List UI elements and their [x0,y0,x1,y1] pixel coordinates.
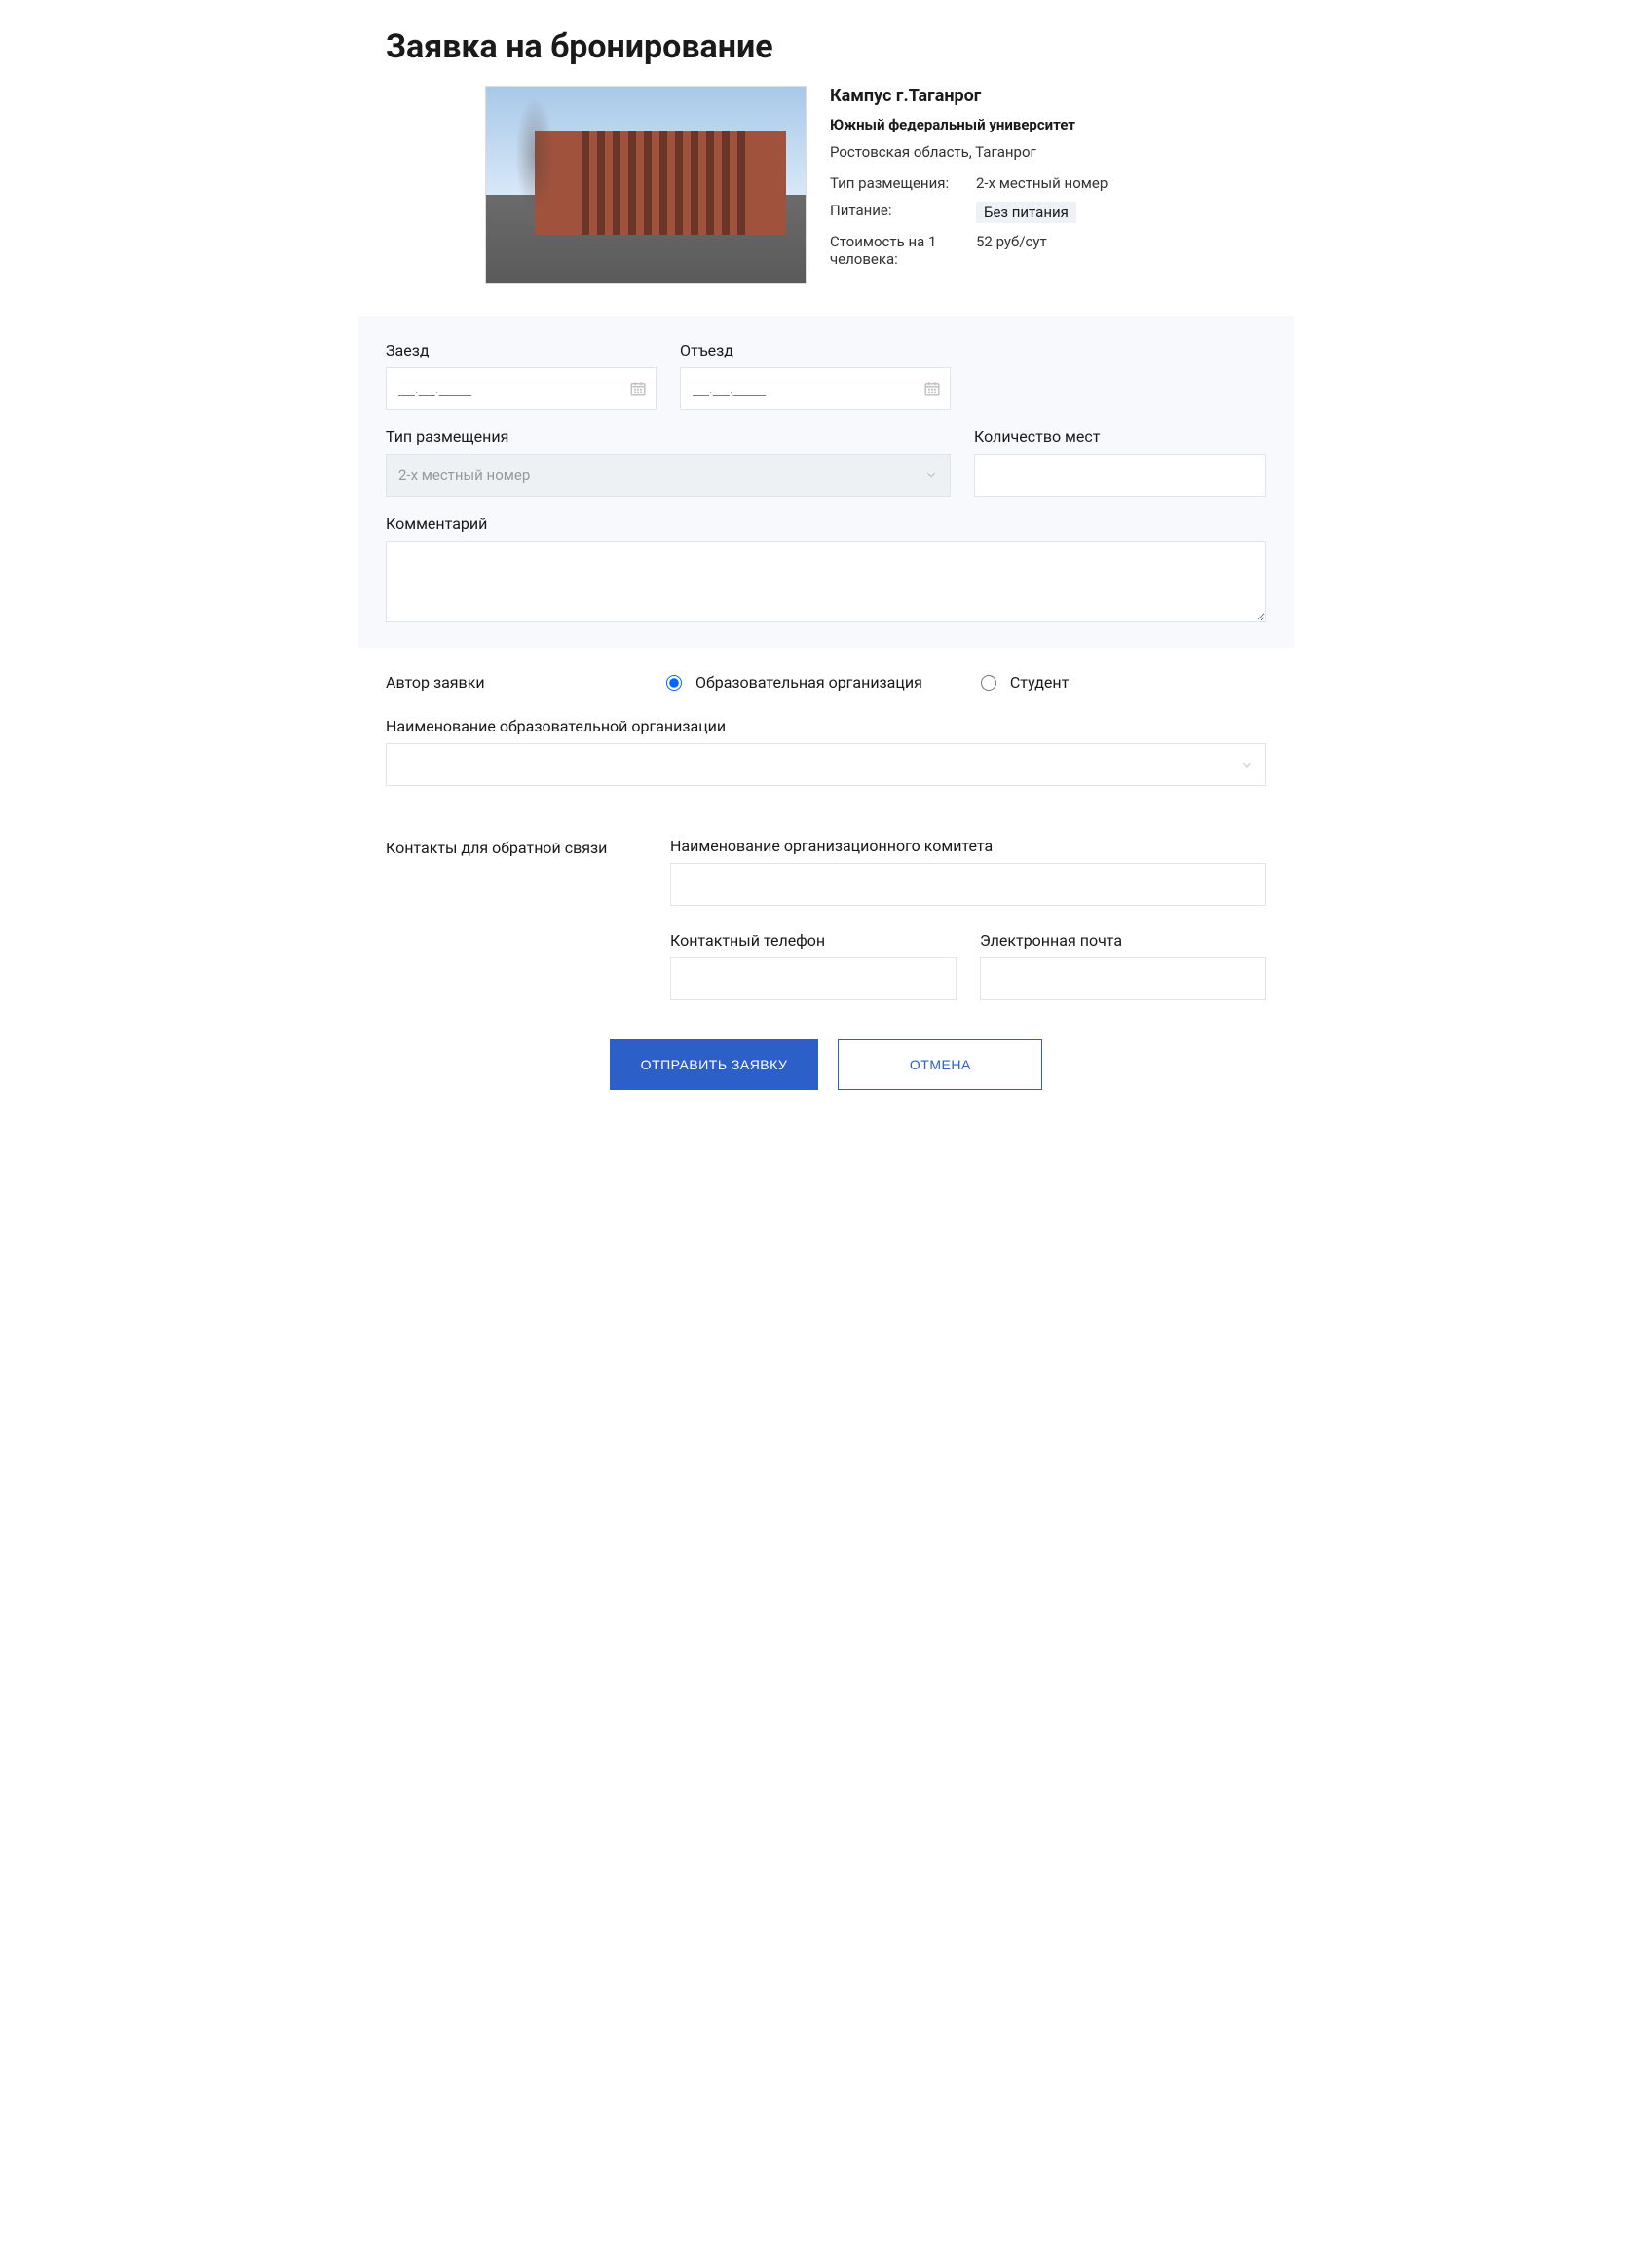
phone-label: Контактный телефон [670,931,957,950]
booking-form-section: Заезд Отъезд Тип размещения 2-х местный … [358,316,1294,648]
author-section: Автор заявки Образовательная организация… [358,648,1294,786]
campus-details: Кампус г.Таганрог Южный федеральный унив… [830,86,1266,284]
contact-section: Контакты для обратной связи Наименование… [358,811,1294,1000]
committee-label: Наименование организационного комитета [670,837,1266,855]
radio-student[interactable] [981,675,996,691]
checkin-label: Заезд [386,341,657,359]
calendar-icon[interactable] [923,380,941,397]
meals-label: Питание: [830,202,976,223]
committee-input[interactable] [670,863,1266,906]
type-value: 2-х местный номер [976,174,1108,192]
cancel-button[interactable]: ОТМЕНА [838,1039,1042,1090]
checkout-label: Отъезд [680,341,951,359]
author-section-label: Автор заявки [386,673,647,692]
type-label: Тип размещения: [830,174,976,192]
university-name: Южный федеральный университет [830,116,1266,133]
org-name-label: Наименование образовательной организации [386,717,1266,735]
contact-section-label: Контакты для обратной связи [386,837,647,1000]
comment-label: Комментарий [386,514,1266,533]
cost-label: Стоимость на 1 человека: [830,233,976,268]
region: Ростовская область, Таганрог [830,143,1266,161]
chevron-down-icon [924,468,938,482]
button-row: ОТПРАВИТЬ ЗАЯВКУ ОТМЕНА [358,1039,1294,1090]
room-type-select[interactable]: 2-х местный номер [386,454,951,497]
campus-image [485,86,807,284]
email-input[interactable] [980,957,1266,1000]
campus-title: Кампус г.Таганрог [830,86,1266,106]
submit-button[interactable]: ОТПРАВИТЬ ЗАЯВКУ [610,1039,819,1090]
email-label: Электронная почта [980,931,1266,950]
radio-org-label: Образовательная организация [695,673,922,692]
meals-badge: Без питания [976,202,1076,223]
checkin-input[interactable] [386,367,657,410]
checkout-input[interactable] [680,367,951,410]
room-type-selected: 2-х местный номер [398,467,530,484]
chevron-down-icon [1240,758,1254,771]
phone-input[interactable] [670,957,957,1000]
calendar-icon[interactable] [629,380,647,397]
places-input[interactable] [974,454,1266,497]
cost-value: 52 руб/сут [976,233,1047,268]
places-label: Количество мест [974,428,1266,446]
campus-info-section: Кампус г.Таганрог Южный федеральный унив… [358,86,1294,316]
page-title: Заявка на бронирование [358,0,1294,86]
org-name-select[interactable] [386,743,1266,786]
radio-org[interactable] [666,675,682,691]
room-type-label: Тип размещения [386,428,951,446]
radio-student-label: Студент [1010,673,1069,692]
comment-textarea[interactable] [386,541,1266,622]
